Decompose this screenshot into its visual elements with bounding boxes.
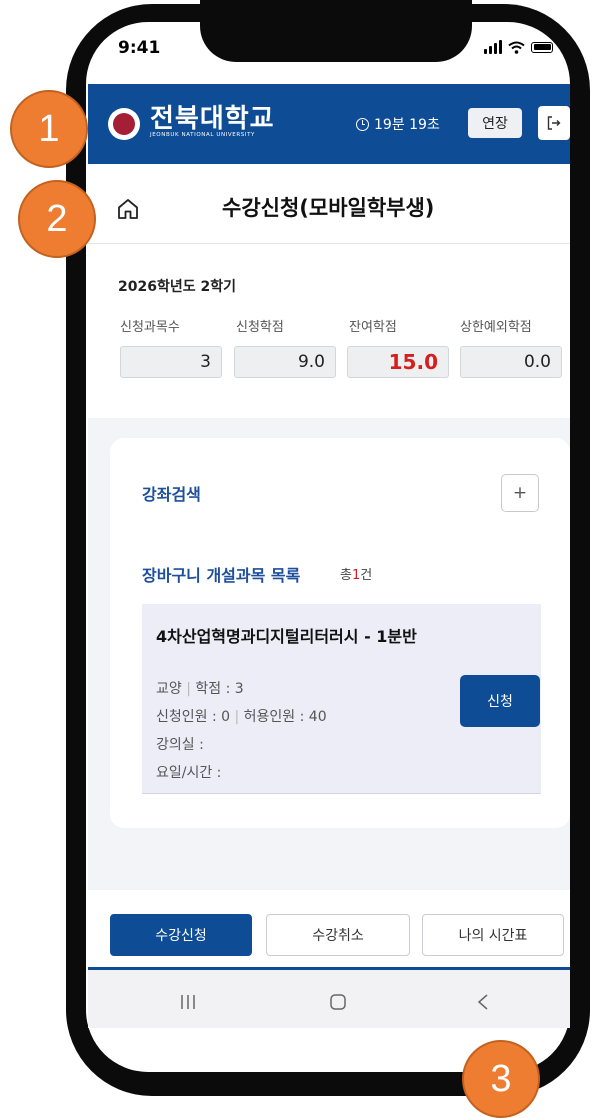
course-schedule: 요일/시간 : bbox=[156, 765, 222, 781]
separator: | bbox=[234, 709, 240, 725]
page-title: 수강신청(모바일학부생) bbox=[222, 196, 435, 220]
signal-icon bbox=[484, 40, 502, 54]
back-icon[interactable] bbox=[476, 993, 490, 1011]
course-category-credits: 교양 | 학점 : 3 bbox=[156, 678, 244, 698]
logout-icon bbox=[547, 116, 561, 130]
battery-icon bbox=[531, 41, 553, 53]
clock-icon bbox=[356, 117, 369, 131]
apply-course-button[interactable]: 신청 bbox=[460, 675, 540, 727]
session-timer-text: 19분 19초 bbox=[374, 117, 440, 133]
status-time: 9:41 bbox=[118, 38, 161, 58]
stat-label-applied-credits: 신청학점 bbox=[236, 320, 284, 335]
university-seal-icon bbox=[108, 108, 140, 140]
phone-notch bbox=[200, 0, 472, 62]
cart-count: 총1건 bbox=[340, 564, 372, 583]
course-enrollment: 신청인원 : 0 | 허용인원 : 40 bbox=[156, 706, 327, 726]
status-icons bbox=[484, 40, 553, 54]
cart-count-number: 1 bbox=[351, 568, 361, 583]
wifi-icon bbox=[508, 41, 525, 54]
extend-session-button[interactable]: 연장 bbox=[468, 108, 522, 138]
stat-label-applied-courses: 신청과목수 bbox=[120, 320, 180, 335]
course-credits: 학점 : 3 bbox=[195, 681, 244, 697]
cart-count-prefix: 총 bbox=[340, 568, 352, 583]
tab-my-timetable[interactable]: 나의 시간표 bbox=[422, 914, 564, 956]
stat-label-exception-credits: 상한예외학점 bbox=[460, 320, 532, 335]
home-icon[interactable] bbox=[116, 197, 140, 221]
stat-value-exception-credits: 0.0 bbox=[460, 346, 562, 378]
cart-list-title: 장바구니 개설과목 목록 bbox=[142, 566, 301, 585]
annotation-badge-3: 3 bbox=[462, 1040, 540, 1118]
semester-label: 2026학년도 2학기 bbox=[118, 279, 236, 295]
home-nav-icon[interactable] bbox=[329, 993, 347, 1011]
stat-value-remaining-credits: 15.0 bbox=[347, 346, 449, 378]
expand-search-button[interactable]: + bbox=[501, 474, 539, 512]
session-timer: 19분 19초 bbox=[356, 114, 440, 134]
annotation-badge-2: 2 bbox=[18, 180, 96, 258]
annotation-badge-1: 1 bbox=[10, 90, 88, 168]
course-search-title: 강좌검색 bbox=[142, 485, 201, 504]
course-applicants: 신청인원 : 0 bbox=[156, 709, 231, 725]
course-category: 교양 bbox=[156, 681, 182, 697]
university-logo-name: 전북대학교 bbox=[150, 104, 275, 134]
stat-value-applied-courses: 3 bbox=[120, 346, 222, 378]
separator: | bbox=[186, 681, 191, 697]
course-name: 4차산업혁명과디지털리터러시 - 1분반 bbox=[156, 627, 417, 646]
logout-button[interactable] bbox=[538, 106, 570, 140]
tab-course-cancel[interactable]: 수강취소 bbox=[266, 914, 410, 956]
tab-course-registration[interactable]: 수강신청 bbox=[110, 914, 252, 956]
course-capacity: 허용인원 : 40 bbox=[243, 709, 327, 725]
recent-apps-icon[interactable] bbox=[180, 993, 196, 1011]
stat-value-applied-credits: 9.0 bbox=[234, 346, 336, 378]
cart-count-suffix: 건 bbox=[360, 568, 373, 583]
stat-label-remaining-credits: 잔여학점 bbox=[349, 320, 397, 335]
course-room: 강의실 : bbox=[156, 737, 204, 753]
university-logo-subtitle: JEONBUK NATIONAL UNIVERSITY bbox=[150, 132, 255, 138]
